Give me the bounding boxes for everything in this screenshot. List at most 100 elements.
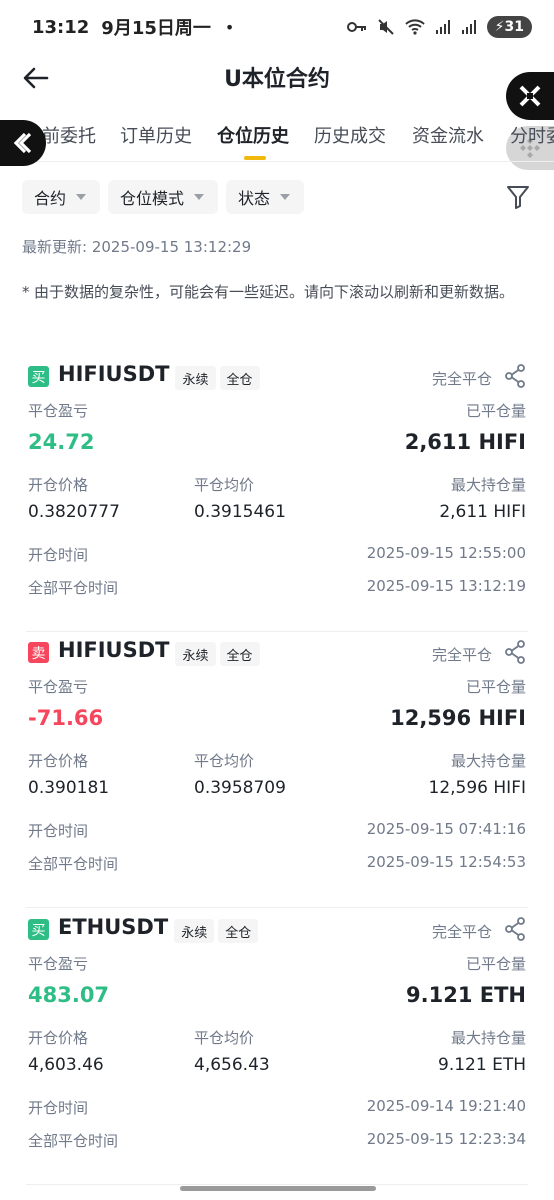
- side-badge: 买: [28, 919, 49, 940]
- closed-qty-value: 2,611 HIFI: [404, 430, 526, 454]
- pnl-value: -71.66: [28, 706, 104, 730]
- cross-margin-tag: 全仓: [218, 919, 259, 943]
- side-badge: 卖: [28, 642, 49, 663]
- avg-close-price-label: 平仓均价: [194, 752, 255, 770]
- tab-time-orders[interactable]: 分时委: [510, 122, 554, 148]
- entry-price-label: 开仓价格: [28, 476, 89, 494]
- pnl-label: 平仓盈亏: [28, 402, 89, 420]
- status-bar: 13:12 9月15日周一 • ⚡ 31: [0, 0, 554, 54]
- home-indicator[interactable]: [180, 1186, 376, 1191]
- signal-icon-2: [461, 19, 477, 35]
- card-divider: [26, 1184, 528, 1185]
- share-button[interactable]: [504, 640, 526, 664]
- entry-price-value: 0.3820777: [28, 502, 120, 522]
- tab-funding-flow[interactable]: 资金流水: [412, 122, 484, 148]
- perpetual-tag: 永续: [175, 642, 216, 666]
- share-button[interactable]: [504, 364, 526, 388]
- avg-close-price-value: 0.3915461: [194, 502, 286, 522]
- floating-side-button[interactable]: [0, 120, 46, 166]
- avg-close-price-value: 0.3958709: [194, 778, 286, 798]
- arrow-left-icon: [23, 67, 49, 89]
- close-type-label: 完全平仓: [431, 646, 492, 664]
- close-type-label: 完全平仓: [431, 923, 492, 941]
- caret-down-icon: [76, 194, 87, 200]
- active-tab-indicator: [244, 156, 266, 160]
- closed-qty-label: 已平仓量: [465, 955, 526, 973]
- max-position-label: 最大持仓量: [450, 752, 526, 770]
- delay-notice: * 由于数据的复杂性，可能会有一些延迟。请向下滚动以刷新和更新数据。: [22, 280, 534, 304]
- share-icon: [505, 917, 525, 941]
- mute-icon: [377, 18, 395, 36]
- status-filter-label: 状态: [238, 189, 271, 208]
- charging-icon: ⚡: [494, 19, 505, 35]
- position-card[interactable]: 买 ETHUSDT 永续 全仓 完全平仓 平仓盈亏 已平仓量 483.07 9.…: [0, 909, 554, 1185]
- close-time-value: 2025-09-15 13:12:19: [366, 577, 526, 595]
- card-divider: [26, 907, 528, 908]
- cross-margin-tag: 全仓: [219, 642, 260, 666]
- open-time-label: 开仓时间: [28, 822, 89, 840]
- tab-order-history[interactable]: 订单历史: [120, 122, 192, 148]
- max-position-value: 12,596 HIFI: [428, 778, 526, 798]
- wifi-icon: [404, 19, 425, 35]
- position-mode-filter-label: 仓位模式: [120, 189, 185, 208]
- tab-position-history[interactable]: 仓位历史: [217, 122, 289, 148]
- x-logo-icon: [519, 85, 541, 107]
- close-time-value: 2025-09-15 12:23:34: [366, 1130, 526, 1148]
- page-header: U本位合约: [0, 54, 554, 100]
- avg-close-price-label: 平仓均价: [194, 476, 255, 494]
- history-tabs: 前委托 订单历史 仓位历史 历史成交 资金流水 分时委: [0, 112, 554, 162]
- status-icons: ⚡ 31: [346, 16, 532, 38]
- contract-filter[interactable]: 合约: [22, 180, 101, 214]
- tab-open-orders[interactable]: 前委托: [42, 122, 96, 148]
- close-time-value: 2025-09-15 12:54:53: [366, 853, 526, 871]
- double-chevron-icon: [13, 132, 32, 154]
- symbol-label: ETHUSDT: [58, 915, 169, 939]
- symbol-label: HIFIUSDT: [58, 362, 170, 386]
- funnel-icon: [507, 186, 529, 209]
- max-position-value: 2,611 HIFI: [439, 502, 526, 522]
- max-position-value: 9.121 ETH: [438, 1055, 526, 1075]
- open-time-value: 2025-09-15 07:41:16: [366, 820, 526, 838]
- perpetual-tag: 永续: [174, 919, 215, 943]
- tab-trade-history[interactable]: 历史成交: [314, 122, 386, 148]
- pnl-value: 483.07: [28, 983, 110, 1007]
- share-icon: [505, 364, 525, 388]
- notice-text: 由于数据的复杂性，可能会有一些延迟。请向下滚动以刷新和更新数据。: [34, 283, 515, 301]
- status-time: 13:12: [32, 16, 90, 38]
- closed-qty-value: 9.121 ETH: [406, 983, 526, 1007]
- position-mode-filter[interactable]: 仓位模式: [108, 180, 219, 214]
- avg-close-price-label: 平仓均价: [194, 1029, 255, 1047]
- status-date: 9月15日周一: [101, 18, 211, 39]
- status-dot: •: [224, 17, 235, 37]
- share-button[interactable]: [504, 917, 526, 941]
- open-time-label: 开仓时间: [28, 1099, 89, 1117]
- battery-level: 31: [504, 19, 524, 35]
- pnl-label: 平仓盈亏: [28, 678, 89, 696]
- closed-qty-label: 已平仓量: [465, 402, 526, 420]
- open-time-value: 2025-09-15 12:55:00: [366, 544, 526, 562]
- max-position-label: 最大持仓量: [450, 1029, 526, 1047]
- side-badge: 买: [28, 366, 49, 387]
- caret-down-icon: [280, 194, 291, 200]
- closed-qty-label: 已平仓量: [465, 678, 526, 696]
- caret-down-icon: [194, 194, 205, 200]
- close-time-label: 全部平仓时间: [28, 855, 119, 873]
- entry-price-value: 4,603.46: [28, 1055, 104, 1075]
- filter-button[interactable]: [506, 184, 530, 210]
- contract-filter-label: 合约: [34, 189, 67, 208]
- status-filter[interactable]: 状态: [226, 180, 305, 214]
- position-card[interactable]: 卖 HIFIUSDT 永续 全仓 完全平仓 平仓盈亏 已平仓量 -71.66 1…: [0, 632, 554, 908]
- pnl-value: 24.72: [28, 430, 95, 454]
- perpetual-tag: 永续: [175, 366, 216, 390]
- close-time-label: 全部平仓时间: [28, 579, 119, 597]
- page-title: U本位合约: [224, 67, 330, 92]
- avg-close-price-value: 4,656.43: [194, 1055, 270, 1075]
- key-icon: [346, 20, 367, 34]
- share-icon: [505, 640, 525, 664]
- signal-icon-1: [435, 19, 451, 35]
- back-button[interactable]: [20, 62, 52, 94]
- position-card[interactable]: 买 HIFIUSDT 永续 全仓 完全平仓 平仓盈亏 已平仓量 24.72 2,…: [0, 356, 554, 632]
- symbol-label: HIFIUSDT: [58, 638, 170, 662]
- notice-asterisk: *: [22, 283, 30, 301]
- entry-price-label: 开仓价格: [28, 752, 89, 770]
